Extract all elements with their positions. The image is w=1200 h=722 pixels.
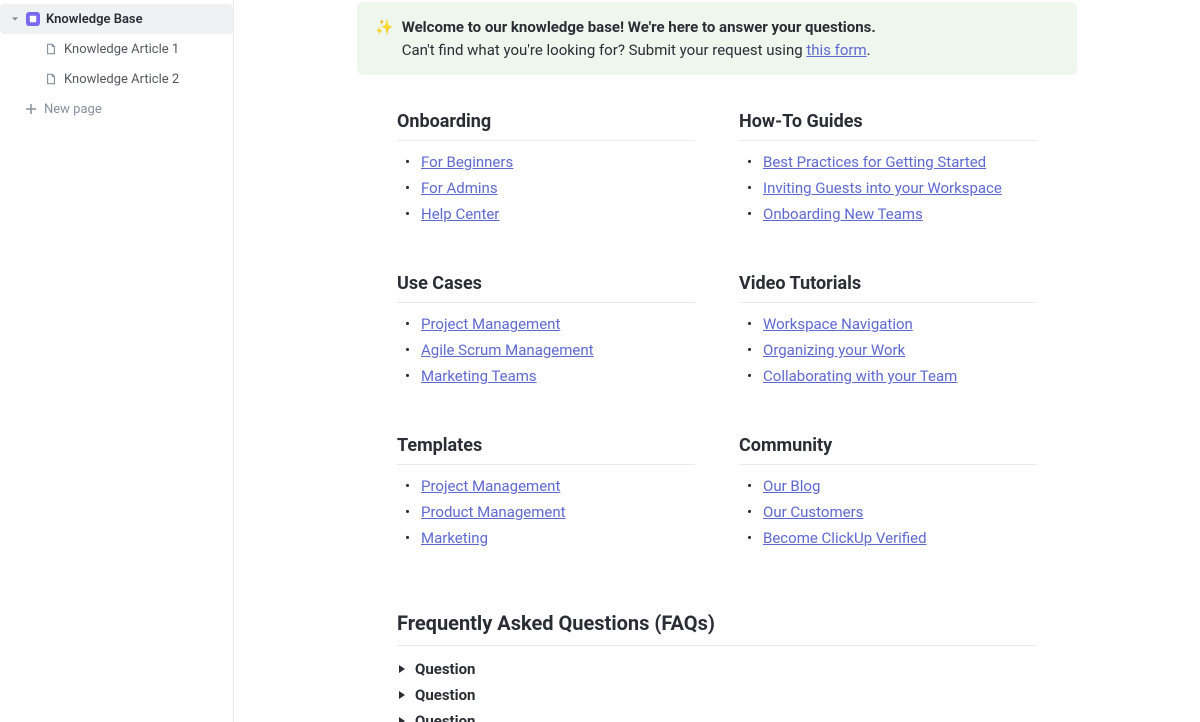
section-link[interactable]: Best Practices for Getting Started xyxy=(763,153,986,171)
section-link[interactable]: Organizing your Work xyxy=(763,341,905,359)
section-templates: Templates Project Management Product Manag… xyxy=(397,435,695,555)
list-item: Help Center xyxy=(421,205,695,223)
section-link[interactable]: Agile Scrum Management xyxy=(421,341,594,359)
section-link[interactable]: Product Management xyxy=(421,503,566,521)
faq-item[interactable]: Question xyxy=(397,708,1037,722)
section-heading: How-To Guides xyxy=(739,111,1037,141)
list-item: Onboarding New Teams xyxy=(763,205,1037,223)
triangle-right-icon xyxy=(397,690,407,700)
section-link[interactable]: Project Management xyxy=(421,477,560,495)
list-item: Marketing xyxy=(421,529,695,547)
section-usecases: Use Cases Project Management Agile Scrum M… xyxy=(397,273,695,393)
section-link[interactable]: Help Center xyxy=(421,205,499,223)
main-content: ✨ Welcome to our knowledge base! We're h… xyxy=(234,0,1200,722)
section-heading: Use Cases xyxy=(397,273,695,303)
banner-bold: Welcome to our knowledge base! We're her… xyxy=(402,18,876,36)
list-item: Project Management xyxy=(421,315,695,333)
sidebar-item-article[interactable]: Knowledge Article 2 xyxy=(0,64,233,94)
section-heading: Templates xyxy=(397,435,695,465)
list-item: Collaborating with your Team xyxy=(763,367,1037,385)
faq-item[interactable]: Question xyxy=(397,682,1037,708)
section-video: Video Tutorials Workspace Navigation Organ… xyxy=(739,273,1037,393)
section-link[interactable]: Our Blog xyxy=(763,477,820,495)
section-link[interactable]: Marketing xyxy=(421,529,488,547)
faq-question-label: Question xyxy=(415,712,475,722)
section-heading: Video Tutorials xyxy=(739,273,1037,303)
new-page-label: New page xyxy=(44,102,102,117)
list-item: Best Practices for Getting Started xyxy=(763,153,1037,171)
section-onboarding: Onboarding For Beginners For Admins Help Ce… xyxy=(397,111,695,231)
list-item: Marketing Teams xyxy=(421,367,695,385)
sidebar-item-label: Knowledge Article 2 xyxy=(64,72,179,87)
faq-question-label: Question xyxy=(415,686,475,704)
section-link[interactable]: Become ClickUp Verified xyxy=(763,529,927,547)
section-link[interactable]: Collaborating with your Team xyxy=(763,367,957,385)
section-heading: Community xyxy=(739,435,1037,465)
list-item: Our Customers xyxy=(763,503,1037,521)
list-item: Agile Scrum Management xyxy=(421,341,695,359)
faq-question-label: Question xyxy=(415,660,475,678)
caret-down-icon[interactable] xyxy=(10,15,20,23)
section-link[interactable]: For Admins xyxy=(421,179,498,197)
section-link[interactable]: Project Management xyxy=(421,315,560,333)
sidebar-item-label: Knowledge Article 1 xyxy=(64,42,179,57)
list-item: Our Blog xyxy=(763,477,1037,495)
list-item: Inviting Guests into your Workspace xyxy=(763,179,1037,197)
list-item: Project Management xyxy=(421,477,695,495)
welcome-banner: ✨ Welcome to our knowledge base! We're h… xyxy=(357,2,1077,75)
faq-item[interactable]: Question xyxy=(397,656,1037,682)
list-item: For Admins xyxy=(421,179,695,197)
list-item: Become ClickUp Verified xyxy=(763,529,1037,547)
list-item: Product Management xyxy=(421,503,695,521)
sidebar-item-knowledge-base[interactable]: Knowledge Base xyxy=(0,4,233,34)
section-link[interactable]: Our Customers xyxy=(763,503,863,521)
sidebar-root-label: Knowledge Base xyxy=(46,12,143,27)
triangle-right-icon xyxy=(397,716,407,722)
plus-icon xyxy=(24,102,38,116)
banner-form-link[interactable]: this form xyxy=(806,41,866,59)
list-item: Organizing your Work xyxy=(763,341,1037,359)
sidebar-item-article[interactable]: Knowledge Article 1 xyxy=(0,34,233,64)
banner-line2-end: . xyxy=(867,41,871,59)
section-link[interactable]: Onboarding New Teams xyxy=(763,205,923,223)
list-item: For Beginners xyxy=(421,153,695,171)
triangle-right-icon xyxy=(397,664,407,674)
new-page-button[interactable]: New page xyxy=(0,94,233,124)
sparkle-icon: ✨ xyxy=(375,16,394,61)
banner-line2-start: Can't find what you're looking for? Subm… xyxy=(402,41,807,59)
section-community: Community Our Blog Our Customers Become Cli… xyxy=(739,435,1037,555)
doc-icon xyxy=(44,72,58,86)
section-heading: Onboarding xyxy=(397,111,695,141)
section-howto: How-To Guides Best Practices for Getting … xyxy=(739,111,1037,231)
book-icon xyxy=(26,12,40,26)
section-link[interactable]: For Beginners xyxy=(421,153,513,171)
doc-icon xyxy=(44,42,58,56)
section-link[interactable]: Marketing Teams xyxy=(421,367,537,385)
faq-section: Frequently Asked Questions (FAQs) Questi… xyxy=(397,611,1037,722)
banner-text: Welcome to our knowledge base! We're her… xyxy=(402,16,876,61)
section-link[interactable]: Workspace Navigation xyxy=(763,315,913,333)
sidebar: Knowledge Base Knowledge Article 1 Knowl… xyxy=(0,0,234,722)
list-item: Workspace Navigation xyxy=(763,315,1037,333)
section-link[interactable]: Inviting Guests into your Workspace xyxy=(763,179,1002,197)
faq-heading: Frequently Asked Questions (FAQs) xyxy=(397,611,1037,646)
